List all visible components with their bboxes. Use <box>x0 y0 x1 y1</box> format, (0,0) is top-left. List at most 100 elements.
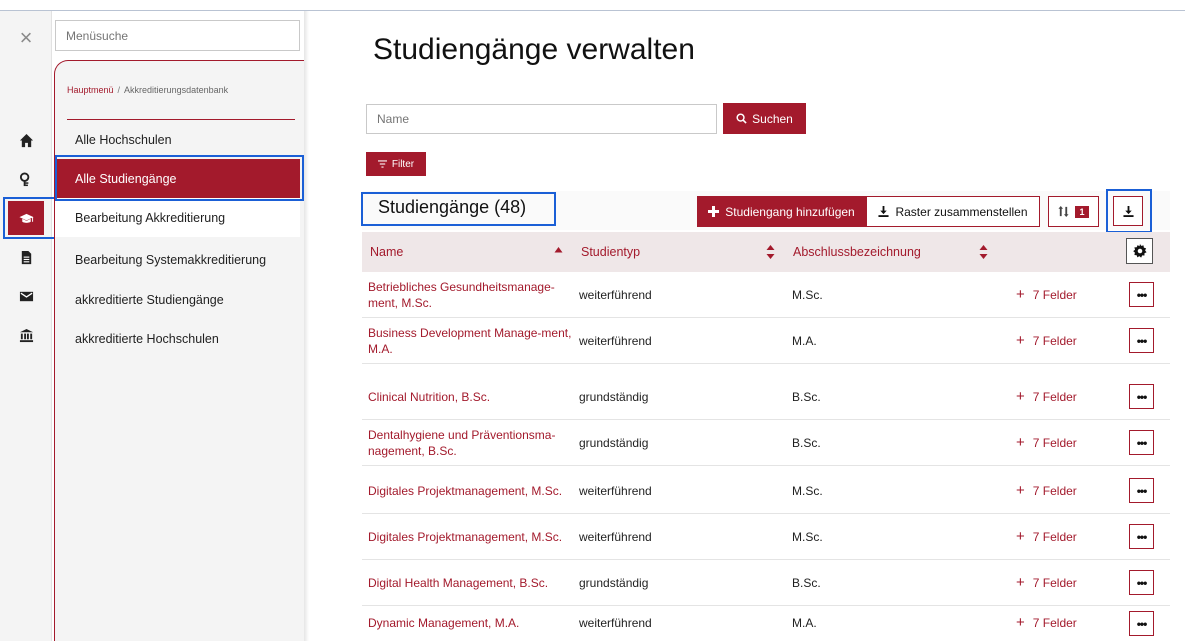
menu-item-label: akkreditierte Hochschulen <box>75 331 219 346</box>
filter-button[interactable]: Filter <box>366 152 426 176</box>
plus-icon: + <box>1016 286 1025 303</box>
row-name-link[interactable]: Digital Health Management, B.Sc. <box>368 560 573 605</box>
row-name-link[interactable]: Clinical Nutrition, B.Sc. <box>368 374 573 419</box>
key-icon[interactable] <box>8 162 44 196</box>
plus-icon: + <box>1016 388 1025 405</box>
plus-icon: + <box>1016 528 1025 545</box>
row-abschluss: B.Sc. <box>792 435 821 450</box>
table-row: Dynamic Management, M.A. weiterführend M… <box>362 604 1170 641</box>
row-felder-label: 7 Felder <box>1032 575 1077 590</box>
row-abschluss: M.Sc. <box>792 483 823 498</box>
table-row: Dentalhygiene und Präventionsma-nagement… <box>362 420 1170 466</box>
row-abschluss: M.A. <box>792 615 817 630</box>
row-felder-label: 7 Felder <box>1032 287 1077 302</box>
row-felder-toggle[interactable]: +7 Felder <box>1016 272 1136 317</box>
row-felder-label: 7 Felder <box>1032 435 1077 450</box>
row-studientyp: weiterführend <box>579 529 652 544</box>
row-more-button[interactable]: ••• <box>1129 570 1154 595</box>
row-felder-toggle[interactable]: +7 Felder <box>1016 420 1136 465</box>
row-more-button[interactable]: ••• <box>1129 430 1154 455</box>
plus-icon: + <box>1016 482 1025 499</box>
row-more-button[interactable]: ••• <box>1129 524 1154 549</box>
column-header-label: Name <box>370 245 404 259</box>
table-row: Betriebliches Gesundheitsmanage-ment, M.… <box>362 272 1170 318</box>
row-studientyp: weiterführend <box>579 333 652 348</box>
row-abschluss: M.Sc. <box>792 529 823 544</box>
plus-icon <box>708 206 720 217</box>
sort-count-badge: 1 <box>1075 205 1089 218</box>
bank-icon[interactable] <box>8 318 44 352</box>
table-row: Digitales Projektmanagement, M.Sc. weite… <box>362 514 1170 560</box>
row-felder-toggle[interactable]: +7 Felder <box>1016 468 1136 513</box>
menu-item-akkreditierte-hochschulen[interactable]: akkreditierte Hochschulen <box>55 319 300 358</box>
menu-item-bearbeitung-akkreditierung[interactable]: Bearbeitung Akkreditierung <box>55 198 300 237</box>
top-border <box>0 10 1185 11</box>
table-row: Digitales Projektmanagement, M.Sc. weite… <box>362 468 1170 514</box>
download-icon <box>878 206 890 217</box>
menu-search-input[interactable] <box>55 20 300 51</box>
plus-icon: + <box>1016 614 1025 631</box>
row-more-button[interactable]: ••• <box>1129 611 1154 636</box>
rail-active-highlight <box>3 197 59 239</box>
menu-item-bearbeitung-systemakkreditierung[interactable]: Bearbeitung Systemakkreditierung <box>55 240 300 279</box>
panel-shadow <box>304 11 309 641</box>
column-header-studientyp[interactable]: Studientyp <box>573 232 785 272</box>
name-search-input[interactable] <box>366 104 717 134</box>
row-abschluss: B.Sc. <box>792 575 821 590</box>
row-felder-label: 7 Felder <box>1032 483 1077 498</box>
row-felder-toggle[interactable]: +7 Felder <box>1016 374 1136 419</box>
column-header-name[interactable]: Name <box>362 232 573 272</box>
raster-zusammenstellen-button[interactable]: Raster zusammenstellen <box>866 196 1040 227</box>
search-button[interactable]: Suchen <box>723 103 806 134</box>
row-felder-toggle[interactable]: +7 Felder <box>1016 318 1136 363</box>
filter-icon <box>377 160 387 168</box>
breadcrumb: Hauptmenü / Akkreditierungsdatenbank <box>67 85 228 95</box>
row-felder-label: 7 Felder <box>1032 389 1077 404</box>
menu-active-highlight <box>55 155 304 201</box>
home-icon[interactable] <box>8 123 44 157</box>
breadcrumb-home-link[interactable]: Hauptmenü <box>67 85 114 95</box>
sort-both-icon <box>979 245 988 259</box>
row-felder-toggle[interactable]: +7 Felder <box>1016 560 1136 605</box>
menu-item-akkreditierte-studiengaenge[interactable]: akkreditierte Studiengänge <box>55 280 300 319</box>
column-header-label: Abschlussbezeichnung <box>793 245 921 259</box>
column-settings-button[interactable] <box>1126 238 1153 264</box>
row-more-button[interactable]: ••• <box>1129 282 1154 307</box>
row-felder-toggle[interactable]: +7 Felder <box>1016 514 1136 559</box>
table-row: Business Development Manage-ment, M.A. w… <box>362 318 1170 364</box>
row-name-link[interactable]: Betriebliches Gesundheitsmanage-ment, M.… <box>368 272 573 317</box>
row-name-link[interactable]: Dynamic Management, M.A. <box>368 604 573 641</box>
sort-ascending-icon <box>554 247 563 253</box>
search-icon <box>736 113 747 124</box>
table-row: Clinical Nutrition, B.Sc. grundständig B… <box>362 374 1170 420</box>
column-header-label: Studientyp <box>581 245 641 259</box>
row-more-button[interactable]: ••• <box>1129 478 1154 503</box>
row-name-link[interactable]: Digitales Projektmanagement, M.Sc. <box>368 514 573 559</box>
row-studientyp: weiterführend <box>579 615 652 630</box>
document-icon[interactable] <box>8 240 44 274</box>
sort-both-icon <box>766 245 775 259</box>
row-name-link[interactable]: Business Development Manage-ment, M.A. <box>368 318 573 363</box>
close-icon[interactable]: × <box>0 23 52 53</box>
plus-icon: + <box>1016 574 1025 591</box>
row-more-button[interactable]: ••• <box>1129 328 1154 353</box>
row-studientyp: weiterführend <box>579 483 652 498</box>
breadcrumb-current: Akkreditierungsdatenbank <box>124 85 229 95</box>
row-more-button[interactable]: ••• <box>1129 384 1154 409</box>
plus-icon: + <box>1016 434 1025 451</box>
row-felder-label: 7 Felder <box>1032 333 1077 348</box>
add-studiengang-button[interactable]: Studiengang hinzufügen <box>697 196 866 227</box>
menu-item-label: akkreditierte Studiengänge <box>75 292 224 307</box>
row-abschluss: M.A. <box>792 333 817 348</box>
row-felder-toggle[interactable]: +7 Felder <box>1016 604 1136 641</box>
breadcrumb-separator: / <box>117 85 121 95</box>
gear-icon <box>1132 244 1147 258</box>
add-studiengang-label: Studiengang hinzufügen <box>725 204 855 219</box>
menu-item-alle-hochschulen[interactable]: Alle Hochschulen <box>55 120 300 159</box>
row-name-link[interactable]: Dentalhygiene und Präventionsma-nagement… <box>368 420 573 465</box>
column-header-abschlussbezeichnung[interactable]: Abschlussbezeichnung <box>785 232 998 272</box>
sort-button[interactable]: 1 <box>1048 196 1099 227</box>
mail-icon[interactable] <box>8 279 44 313</box>
menu-item-label: Bearbeitung Akkreditierung <box>75 210 226 225</box>
row-name-link[interactable]: Digitales Projektmanagement, M.Sc. <box>368 468 573 513</box>
